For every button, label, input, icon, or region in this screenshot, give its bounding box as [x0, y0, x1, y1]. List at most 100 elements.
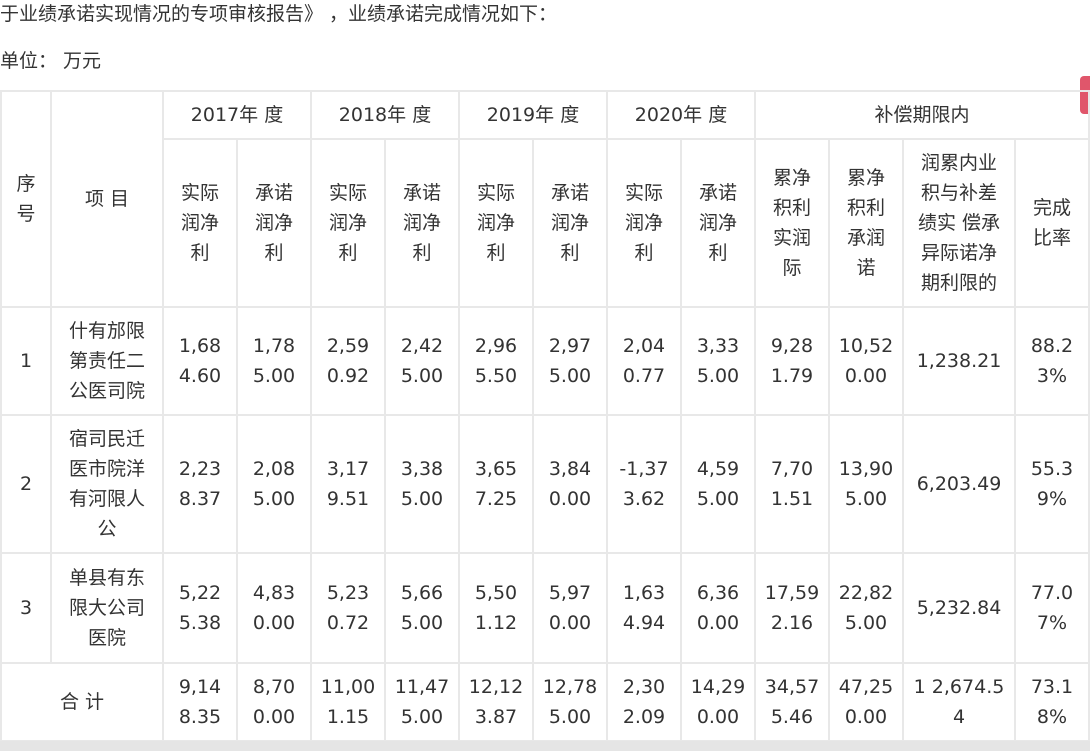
- header-actual-net-profit: 实际 润净利: [310, 138, 386, 308]
- row-hospital-name: 宿司民迁 医市院洋 有河限人公: [50, 414, 164, 554]
- header-promised-net-profit-line: 利: [412, 242, 432, 264]
- row-value-line: 4,59: [696, 458, 740, 480]
- row-value-line: 1.12: [474, 612, 518, 634]
- total-value: 9,14 8.35: [162, 662, 238, 742]
- header-cumulative-actual: 累净 积利 实润际: [754, 138, 830, 308]
- header-cumulative-actual-line: 累净: [772, 167, 811, 189]
- row-completion-rate-line: 88.2: [1030, 335, 1074, 357]
- header-promised-net-profit-line: 承诺: [254, 182, 293, 204]
- row-value: 5,50 1.12: [458, 552, 534, 664]
- header-actual-net-profit-line: 润净: [180, 212, 219, 234]
- header-actual-net-profit-line: 利: [338, 242, 358, 264]
- total-value: 14,29 0.00: [680, 662, 756, 742]
- row-value: 3,17 9.51: [310, 414, 386, 554]
- row-value-line: 1.79: [770, 365, 814, 387]
- total-value-line: 47,25: [838, 676, 894, 698]
- row-completion-rate: 55.3 9%: [1014, 414, 1090, 554]
- row-value-line: 5,50: [474, 582, 518, 604]
- total-value: 12,12 3.87: [458, 662, 534, 742]
- header-actual-net-profit: 实际 润净利: [162, 138, 238, 308]
- row-value: 2,96 5.50: [458, 306, 534, 416]
- table-row: 1 什有邡限 第责任二 公医司院 1,68 4.60 1,78 5.00 2,59 0.92 2,4…: [0, 306, 1090, 416]
- row-completion-rate-line: 7%: [1036, 612, 1068, 634]
- row-value-line: 3,17: [326, 458, 370, 480]
- row-value-line: 5.00: [548, 365, 592, 387]
- header-difference: 润累内业 积与补差 绩实 偿承 异际诺净 期利限的: [902, 138, 1016, 308]
- header-promised-net-profit: 承诺 润净利: [532, 138, 608, 308]
- total-value-line: 8,70: [252, 676, 296, 698]
- row-hospital-name-line: 医院: [87, 627, 126, 649]
- row-value: 5,22 5.38: [162, 552, 238, 664]
- total-value-line: 2.09: [622, 706, 666, 728]
- header-promised-net-profit-line: 利: [560, 242, 580, 264]
- total-completion-rate-line: 73.1: [1030, 676, 1074, 698]
- total-label: 合 计: [0, 662, 164, 742]
- row-value-line: 2,23: [178, 458, 222, 480]
- header-actual-net-profit-line: 利: [634, 242, 654, 264]
- row-value-line: 3,84: [548, 458, 592, 480]
- total-value-line: 2,30: [622, 676, 666, 698]
- total-value-line: 14,29: [690, 676, 746, 698]
- row-value-line: 5,66: [400, 582, 444, 604]
- total-difference: 1 2,674.5 4: [902, 662, 1016, 742]
- row-value-line: 2,42: [400, 335, 444, 357]
- header-promised-net-profit-line: 润净: [402, 212, 441, 234]
- header-year-2017: 2017年 度: [162, 90, 312, 140]
- total-value-line: 0.00: [844, 706, 888, 728]
- row-value: 2,97 5.00: [532, 306, 608, 416]
- header-promised-net-profit-line: 承诺: [698, 182, 737, 204]
- row-completion-rate: 77.0 7%: [1014, 552, 1090, 664]
- row-seq: 1: [0, 306, 52, 416]
- header-cumulative-promised-line: 积利: [846, 197, 885, 219]
- total-value: 8,70 0.00: [236, 662, 312, 742]
- row-value: 3,38 5.00: [384, 414, 460, 554]
- row-value-line: 5.00: [400, 365, 444, 387]
- row-difference: 1,238.21: [902, 306, 1016, 416]
- header-item: 项 目: [50, 90, 164, 308]
- row-value-line: 3,65: [474, 458, 518, 480]
- row-value: 2,23 8.37: [162, 414, 238, 554]
- header-promised-net-profit: 承诺 润净利: [384, 138, 460, 308]
- header-compensation-period: 补偿期限内: [754, 90, 1090, 140]
- row-hospital-name: 单县有东 限大公司 医院: [50, 552, 164, 664]
- header-promised-net-profit-line: 润净: [698, 212, 737, 234]
- header-completion-rate-line: 完成: [1032, 197, 1071, 219]
- header-seq-line: 序: [16, 173, 36, 195]
- row-value-line: 4.60: [178, 365, 222, 387]
- row-value-line: 7,70: [770, 458, 814, 480]
- row-hospital-name-line: 什有邡限: [68, 320, 145, 342]
- row-value-line: 5.00: [252, 488, 296, 510]
- header-year-2019: 2019年 度: [458, 90, 608, 140]
- header-promised-net-profit-line: 承诺: [550, 182, 589, 204]
- row-value-line: 5.50: [474, 365, 518, 387]
- row-value: 5,23 0.72: [310, 552, 386, 664]
- row-value: 22,82 5.00: [828, 552, 904, 664]
- horizontal-scrollbar[interactable]: [0, 741, 1090, 751]
- total-value: 11,00 1.15: [310, 662, 386, 742]
- row-completion-rate-line: 3%: [1036, 365, 1068, 387]
- performance-commitment-table: 序号项 目 2017年 度 2018年 度 2019年 度 2020年 度补偿期限内 实际…: [0, 90, 1090, 742]
- row-value-line: 1,78: [252, 335, 296, 357]
- total-value-line: 0.00: [696, 706, 740, 728]
- row-value-line: 0.77: [622, 365, 666, 387]
- header-promised-net-profit-line: 利: [264, 242, 284, 264]
- row-value: 1,78 5.00: [236, 306, 312, 416]
- row-value-line: 5.00: [400, 612, 444, 634]
- header-promised-net-profit-line: 承诺: [402, 182, 441, 204]
- total-value-line: 8.35: [178, 706, 222, 728]
- row-value: 3,84 0.00: [532, 414, 608, 554]
- header-promised-net-profit: 承诺 润净利: [680, 138, 756, 308]
- row-hospital-name-line: 医市院洋: [68, 458, 145, 480]
- row-value: 4,59 5.00: [680, 414, 756, 554]
- header-promised-net-profit-line: 润净: [254, 212, 293, 234]
- total-value: 47,25 0.00: [828, 662, 904, 742]
- row-value-line: 9.51: [326, 488, 370, 510]
- header-actual-net-profit: 实际 润净利: [458, 138, 534, 308]
- header-row-years: 序号项 目 2017年 度 2018年 度 2019年 度 2020年 度补偿期限内: [0, 90, 1090, 308]
- total-completion-rate: 73.1 8%: [1014, 662, 1090, 742]
- total-value-line: 5.46: [770, 706, 814, 728]
- table-total-row: 合 计 9,14 8.35 8,70 0.00 11,00 1.15 11,47 5.00 12,…: [0, 662, 1090, 742]
- row-value-line: 0.00: [844, 365, 888, 387]
- row-value-line: 0.00: [548, 488, 592, 510]
- header-cumulative-promised: 累净 积利 承润诺: [828, 138, 904, 308]
